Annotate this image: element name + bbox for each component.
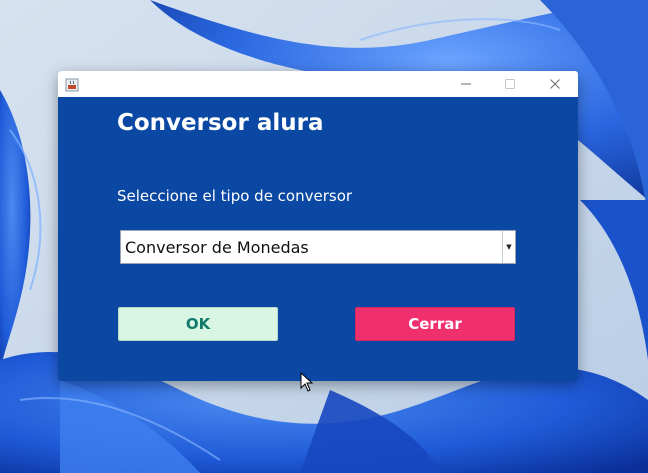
converter-window: Conversor alura Seleccione el tipo de co… xyxy=(58,71,578,381)
maximize-icon xyxy=(505,79,515,89)
java-icon[interactable] xyxy=(65,77,79,92)
converter-type-label: Seleccione el tipo de conversor xyxy=(117,187,353,205)
maximize-button[interactable] xyxy=(495,71,525,97)
minimize-icon xyxy=(461,83,471,85)
converter-type-select[interactable]: Conversor de Monedas ▼ xyxy=(120,230,516,264)
mouse-cursor-icon xyxy=(300,372,314,392)
minimize-button[interactable] xyxy=(451,71,481,97)
app-heading: Conversor alura xyxy=(117,110,324,136)
select-selected-value: Conversor de Monedas xyxy=(125,238,309,257)
title-bar[interactable] xyxy=(58,71,578,97)
ok-button[interactable]: OK xyxy=(118,307,278,341)
close-icon xyxy=(550,79,560,89)
close-window-button[interactable] xyxy=(540,71,570,97)
cerrar-button[interactable]: Cerrar xyxy=(355,307,515,341)
dropdown-arrow-icon[interactable]: ▼ xyxy=(502,231,515,263)
